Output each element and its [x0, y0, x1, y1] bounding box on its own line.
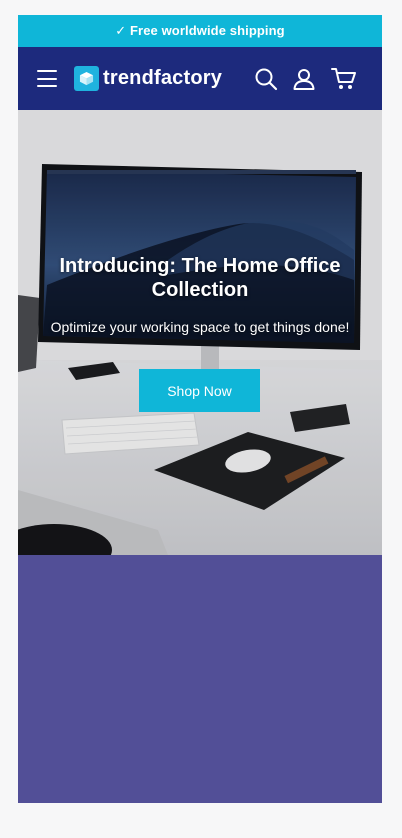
hero-banner: Introducing: The Home Office Collection …: [18, 110, 382, 555]
shop-now-button[interactable]: Shop Now: [139, 369, 260, 412]
hero-title: Introducing: The Home Office Collection: [59, 255, 341, 301]
menu-icon[interactable]: [37, 70, 57, 87]
announcement-text: ✓ Free worldwide shipping: [115, 23, 285, 38]
hero-subtitle: Optimize your working space to get thing…: [50, 319, 350, 335]
search-icon[interactable]: [254, 67, 278, 91]
site-header: trendfactory: [18, 47, 382, 110]
cart-icon[interactable]: [331, 67, 357, 91]
site-logo[interactable]: trendfactory: [74, 66, 222, 91]
account-icon[interactable]: [292, 67, 316, 91]
logo-cube-icon: [74, 66, 99, 91]
announcement-bar: ✓ Free worldwide shipping: [18, 15, 382, 47]
page-frame: ✓ Free worldwide shipping trendfactory I…: [18, 15, 382, 803]
logo-text: trendfactory: [103, 67, 223, 89]
featured-section: [18, 555, 382, 803]
